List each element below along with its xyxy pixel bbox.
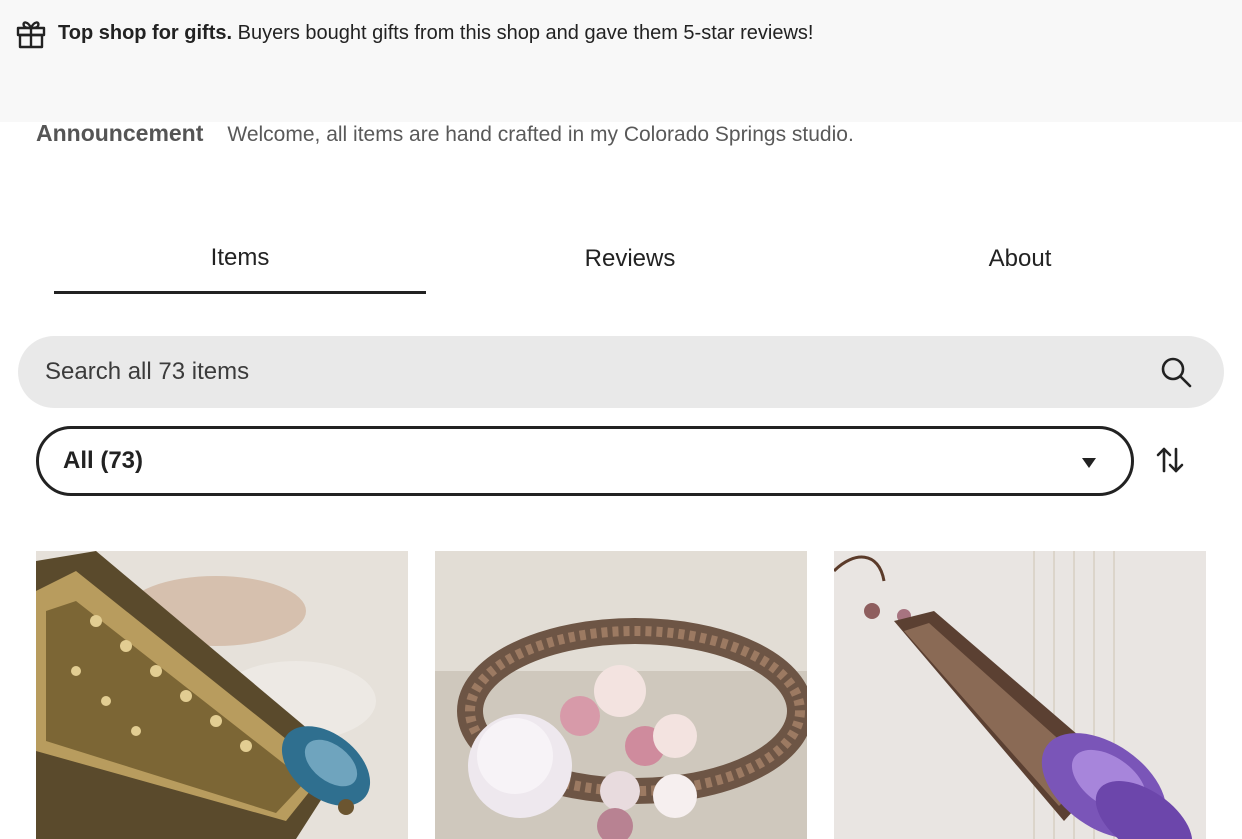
gift-icon <box>14 16 48 50</box>
top-shop-banner: Top shop for gifts. Buyers bought gifts … <box>0 0 1242 122</box>
product-card-earring-blue[interactable] <box>36 551 408 839</box>
search-input[interactable] <box>45 358 1125 386</box>
caret-down-icon <box>1081 456 1097 468</box>
top-shop-message: Top shop for gifts. Buyers bought gifts … <box>58 17 813 49</box>
product-image <box>36 551 408 839</box>
sort-arrows-icon[interactable] <box>1152 442 1188 478</box>
search-bar <box>18 336 1224 408</box>
shop-tabs: Items Reviews About <box>54 224 1224 296</box>
category-filter-select[interactable]: All (73) <box>36 426 1134 496</box>
announcement-label: Announcement <box>36 120 204 146</box>
product-card-earring-purple[interactable] <box>834 551 1206 839</box>
product-image <box>435 551 807 839</box>
tab-reviews[interactable]: Reviews <box>444 224 816 294</box>
top-shop-title: Top shop for gifts. <box>58 22 233 44</box>
tab-about[interactable]: About <box>834 224 1206 294</box>
search-icon[interactable] <box>1158 354 1194 390</box>
top-shop-description: Buyers bought gifts from this shop and g… <box>237 22 814 44</box>
product-card-ring-rose[interactable] <box>435 551 807 839</box>
top-shop-row: Top shop for gifts. Buyers bought gifts … <box>14 16 813 50</box>
category-filter-value: All (73) <box>63 447 144 474</box>
announcement-message: Welcome, all items are hand crafted in m… <box>227 123 854 146</box>
product-image <box>834 551 1206 839</box>
announcement: Announcement Welcome, all items are hand… <box>36 120 854 147</box>
tab-items[interactable]: Items <box>54 224 426 294</box>
